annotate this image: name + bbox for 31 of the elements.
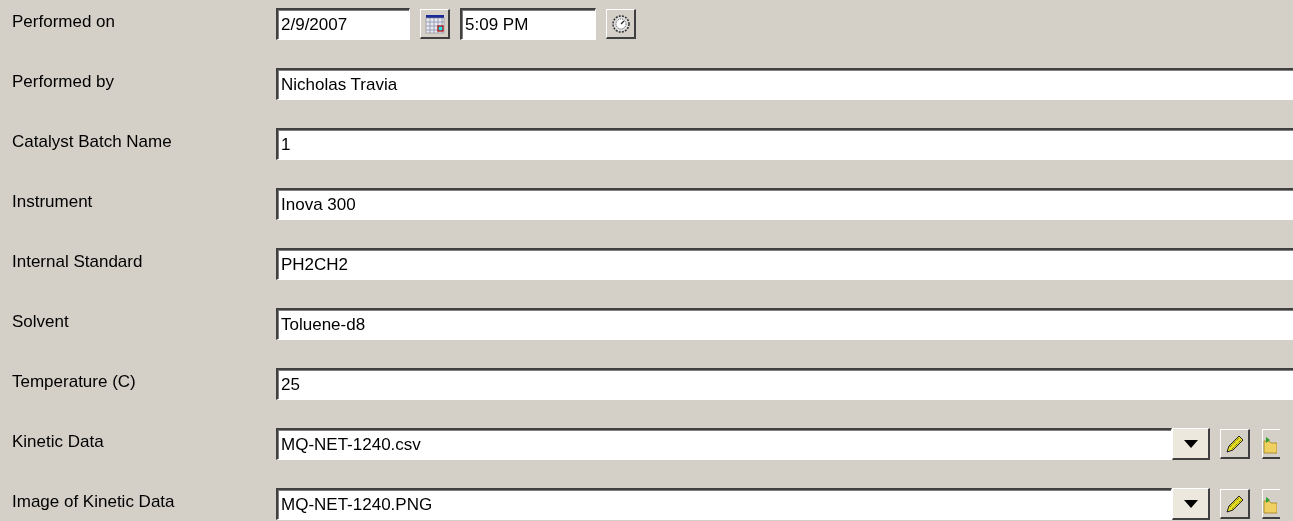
date-field[interactable]: 2/9/2007 [276, 8, 410, 40]
field-label: Temperature (C) [11, 372, 137, 392]
dropdown-button[interactable] [1172, 428, 1210, 460]
text-field[interactable]: Toluene-d8 [276, 308, 1293, 340]
text-field[interactable]: Inova 300 [276, 188, 1293, 220]
field-label: Solvent [11, 312, 70, 332]
calendar-button[interactable] [420, 9, 450, 39]
field-label: Catalyst Batch Name [11, 132, 173, 152]
edit-button[interactable] [1220, 429, 1250, 459]
caret-icon [1183, 439, 1198, 448]
file-field[interactable]: MQ-NET-1240.PNG [276, 488, 1172, 520]
text-field[interactable]: 25 [276, 368, 1293, 400]
text-field[interactable]: Nicholas Travia [276, 68, 1293, 100]
clock-button[interactable] [606, 9, 636, 39]
text-field[interactable]: PH2CH2 [276, 248, 1293, 280]
caret-icon [1183, 499, 1198, 508]
text-field[interactable]: 1 [276, 128, 1293, 160]
dropdown-button[interactable] [1172, 488, 1210, 520]
calendar-icon [423, 12, 446, 35]
field-label: Image of Kinetic Data [11, 492, 176, 512]
file-field[interactable]: MQ-NET-1240.csv [276, 428, 1172, 460]
field-label: Performed on [11, 12, 116, 32]
field-label: Kinetic Data [11, 432, 105, 452]
edit-button[interactable] [1220, 489, 1250, 519]
time-field[interactable]: 5:09 PM [460, 8, 596, 40]
field-label: Performed by [11, 72, 116, 92]
field-label: Instrument [11, 192, 94, 212]
field-label: Internal Standard [11, 252, 144, 272]
clock-icon [609, 12, 632, 35]
folder-button[interactable] [1262, 429, 1280, 459]
folder-button[interactable] [1262, 489, 1280, 519]
